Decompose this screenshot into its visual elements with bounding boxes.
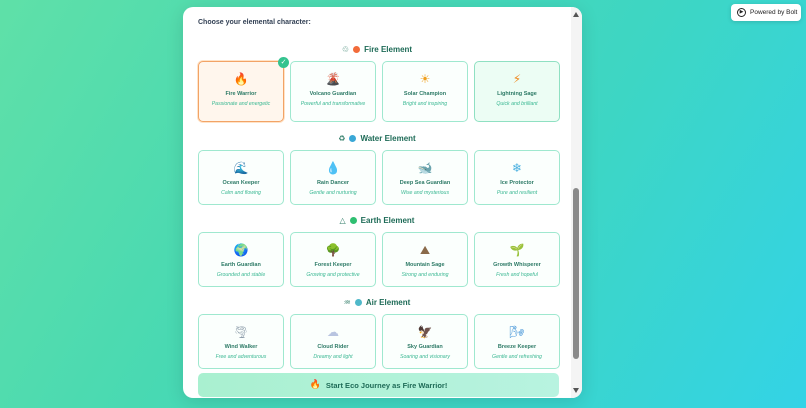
- cloud-icon: ☁: [327, 325, 339, 339]
- scroll-area: Choose your elemental character: ♲ Fire …: [183, 7, 571, 398]
- earth-dot-icon: [349, 217, 357, 224]
- whale-icon: 🐋: [417, 161, 433, 175]
- section-fire-title: Fire Element: [364, 45, 413, 54]
- snowflake-icon: ❄: [511, 161, 523, 175]
- card-name: Mountain Sage: [405, 262, 445, 268]
- section-air-title: Air Element: [365, 298, 411, 307]
- card-fire-warrior[interactable]: 🔥 Fire Warrior Passionate and energetic …: [198, 57, 289, 122]
- play-circle-icon: ▶: [737, 8, 746, 17]
- wind-face-icon: 🌬: [509, 325, 525, 339]
- card-desc: Soaring and visionary: [400, 354, 450, 360]
- card-name: Deep Sea Guardian: [399, 180, 451, 186]
- powered-by-bolt-badge[interactable]: ▶ Powered by Bolt: [731, 4, 801, 21]
- card-name: Earth Guardian: [221, 262, 261, 268]
- sun-icon: ☀: [419, 72, 431, 86]
- recycle-icon: ♻: [338, 134, 346, 143]
- card-name: Solar Champion: [403, 91, 447, 97]
- card-wind-walker[interactable]: 🌪 Wind Walker Free and adventurous: [198, 314, 284, 369]
- card-desc: Gentle and nurturing: [309, 190, 357, 196]
- water-dot-icon: [349, 135, 357, 142]
- earth-grid: 🌍 Earth Guardian Grounded and stable 🌳 F…: [198, 232, 560, 287]
- card-desc: Powerful and transformative: [300, 101, 366, 107]
- card-lightning-sage[interactable]: ⚡ Lightning Sage Quick and brilliant: [474, 61, 560, 122]
- card-name: Growth Whisperer: [493, 262, 541, 268]
- water-grid: 🌊 Ocean Keeper Calm and flowing 💧 Rain D…: [198, 150, 560, 205]
- section-water-title: Water Element: [360, 134, 416, 143]
- recycle-icon: ♲: [341, 45, 350, 54]
- card-name: Volcano Guardian: [309, 91, 357, 97]
- card-mountain-sage[interactable]: ⛰ Mountain Sage Strong and enduring: [382, 232, 468, 287]
- card-name: Ice Protector: [500, 180, 534, 186]
- card-desc: Gentle and refreshing: [492, 354, 542, 360]
- card-name: Lightning Sage: [497, 91, 537, 97]
- card-breeze-keeper[interactable]: 🌬 Breeze Keeper Gentle and refreshing: [474, 314, 560, 369]
- wind-icon: ♒: [343, 298, 351, 307]
- mountain-icon: ⛰: [419, 243, 431, 257]
- powered-by-label: Powered by Bolt: [750, 9, 798, 16]
- fire-dot-icon: [353, 46, 361, 53]
- tornado-icon: 🌪: [233, 325, 249, 339]
- check-icon: ✓: [278, 57, 289, 68]
- card-name: Rain Dancer: [316, 180, 350, 186]
- card-earth-guardian[interactable]: 🌍 Earth Guardian Grounded and stable: [198, 232, 284, 287]
- section-fire-header: ♲ Fire Element: [183, 45, 571, 54]
- section-earth-header: △ Earth Element: [183, 216, 571, 225]
- card-growth-whisperer[interactable]: 🌱 Growth Whisperer Fresh and hopeful: [474, 232, 560, 287]
- globe-icon: 🌍: [233, 243, 249, 257]
- prompt-text: Choose your elemental character:: [198, 19, 311, 26]
- fire-icon: 🔥: [233, 72, 249, 86]
- card-name: Ocean Keeper: [222, 180, 260, 186]
- vertical-scrollbar[interactable]: [571, 7, 582, 398]
- scrollbar-thumb[interactable]: [573, 188, 579, 359]
- card-name: Fire Warrior: [225, 91, 257, 97]
- section-water-header: ♻ Water Element: [183, 134, 571, 143]
- wave-icon: 🌊: [233, 161, 249, 175]
- card-desc: Growing and protective: [306, 272, 360, 278]
- card-ice-protector[interactable]: ❄ Ice Protector Pure and resilient: [474, 150, 560, 205]
- card-volcano-guardian[interactable]: 🌋 Volcano Guardian Powerful and transfor…: [290, 61, 376, 122]
- triangle-icon: △: [339, 216, 346, 225]
- card-rain-dancer[interactable]: 💧 Rain Dancer Gentle and nurturing: [290, 150, 376, 205]
- air-dot-icon: [354, 299, 362, 306]
- card-desc: Grounded and stable: [216, 272, 266, 278]
- arrow-down-icon[interactable]: [573, 388, 579, 393]
- card-sky-guardian[interactable]: 🦅 Sky Guardian Soaring and visionary: [382, 314, 468, 369]
- lightning-icon: ⚡: [512, 72, 522, 86]
- start-journey-label: Start Eco Journey as Fire Warrior!: [325, 380, 448, 390]
- card-desc: Passionate and energetic: [211, 101, 271, 107]
- tree-icon: 🌳: [325, 243, 341, 257]
- card-solar-champion[interactable]: ☀ Solar Champion Bright and inspiring: [382, 61, 468, 122]
- card-desc: Dreamy and light: [313, 354, 353, 360]
- card-cloud-rider[interactable]: ☁ Cloud Rider Dreamy and light: [290, 314, 376, 369]
- card-desc: Pure and resilient: [496, 190, 538, 196]
- card-desc: Strong and enduring: [401, 272, 449, 278]
- card-name: Wind Walker: [224, 344, 258, 350]
- eagle-icon: 🦅: [417, 325, 433, 339]
- card-desc: Calm and flowing: [221, 190, 261, 196]
- card-name: Forest Keeper: [314, 262, 352, 268]
- start-journey-button[interactable]: 🔥 Start Eco Journey as Fire Warrior!: [198, 373, 559, 397]
- card-desc: Fresh and hopeful: [496, 272, 538, 278]
- fire-icon: 🔥: [309, 380, 321, 390]
- card-desc: Free and adventurous: [215, 354, 267, 360]
- character-selection-panel: Choose your elemental character: ♲ Fire …: [183, 7, 582, 398]
- seedling-icon: 🌱: [509, 243, 525, 257]
- card-desc: Bright and inspiring: [402, 101, 448, 107]
- card-desc: Wise and mysterious: [400, 190, 450, 196]
- section-air-header: ♒ Air Element: [183, 298, 571, 307]
- card-desc: Quick and brilliant: [496, 101, 538, 107]
- droplet-icon: 💧: [325, 161, 341, 175]
- fire-grid: 🔥 Fire Warrior Passionate and energetic …: [198, 57, 560, 122]
- air-grid: 🌪 Wind Walker Free and adventurous ☁ Clo…: [198, 314, 560, 369]
- card-name: Breeze Keeper: [497, 344, 537, 350]
- section-earth-title: Earth Element: [360, 216, 415, 225]
- card-name: Cloud Rider: [317, 344, 349, 350]
- card-deep-sea-guardian[interactable]: 🐋 Deep Sea Guardian Wise and mysterious: [382, 150, 468, 205]
- card-ocean-keeper[interactable]: 🌊 Ocean Keeper Calm and flowing: [198, 150, 284, 205]
- volcano-icon: 🌋: [325, 72, 341, 86]
- card-forest-keeper[interactable]: 🌳 Forest Keeper Growing and protective: [290, 232, 376, 287]
- card-name: Sky Guardian: [407, 344, 443, 350]
- arrow-up-icon[interactable]: [573, 12, 579, 17]
